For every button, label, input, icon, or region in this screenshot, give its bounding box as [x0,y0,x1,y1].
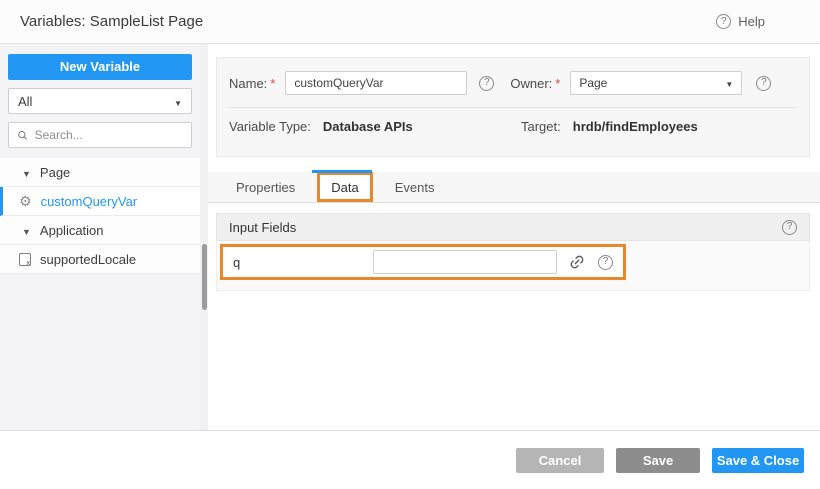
required-marker: * [270,76,275,91]
save-and-close-button[interactable]: Save & Close [712,448,804,473]
name-help-icon[interactable] [479,76,494,91]
owner-select[interactable]: Page [570,71,742,95]
input-fields-header: Input Fields [216,213,810,241]
name-field[interactable] [285,71,467,95]
tree-group-label: Application [40,223,104,238]
input-fields-help-icon[interactable] [782,220,797,235]
input-fields-section: Input Fields q [216,213,810,291]
target-label: Target: [521,119,561,134]
variables-tree: Page customQueryVar Application supporte… [0,158,200,274]
variable-type-label: Variable Type: [229,119,311,134]
sidebar-scrollbar [200,44,208,430]
variable-summary-panel: Name: * Owner: * Page Variable Type: [216,57,810,157]
tab-properties[interactable]: Properties [220,172,311,202]
gear-icon [19,194,32,208]
detail-tabs: Properties Data Events [208,172,820,203]
help-icon [716,14,731,29]
scrollbar-thumb[interactable] [202,244,207,310]
help-button[interactable]: Help [716,14,765,29]
field-help-icon[interactable] [598,255,613,270]
tree-item-supportedlocale[interactable]: supportedLocale [0,245,200,274]
search-input[interactable] [35,128,183,142]
variable-type-value: Database APIs [323,119,413,134]
dialog-header: Variables: SampleList Page Help [0,0,820,44]
input-fields-body: q [216,241,810,291]
variable-detail-panel: Name: * Owner: * Page Variable Type: [208,44,820,430]
variables-dialog: Variables: SampleList Page Help New Vari… [0,0,820,489]
page-title: Variables: SampleList Page [20,13,203,30]
filter-selected-value: All [18,94,32,109]
input-fields-title: Input Fields [229,220,296,235]
tree-group-label: Page [40,165,70,180]
variable-icon [19,253,31,266]
help-label: Help [738,14,765,29]
chevron-down-icon [174,94,182,109]
tab-data[interactable]: Data [317,172,372,202]
chevron-down-icon [22,165,31,180]
tree-item-label: customQueryVar [41,194,138,209]
cancel-button[interactable]: Cancel [516,448,604,473]
owner-label: Owner: [510,76,552,91]
tab-events[interactable]: Events [379,172,451,202]
bind-link-icon[interactable] [569,254,585,270]
search-icon [17,129,29,142]
tree-item-label: supportedLocale [40,252,136,267]
variable-filter-select[interactable]: All [8,88,192,114]
required-marker: * [555,76,560,91]
dialog-footer: Cancel Save Save & Close [0,430,820,489]
tree-group-application[interactable]: Application [0,216,200,245]
owner-help-icon[interactable] [756,76,771,91]
new-variable-button[interactable]: New Variable [8,54,192,80]
q-value-input[interactable] [373,250,557,274]
variables-sidebar: New Variable All Page [0,44,208,430]
owner-selected-value: Page [579,76,607,90]
target-value: hrdb/findEmployees [573,119,698,134]
chevron-down-icon [725,76,733,90]
tree-item-customqueryvar[interactable]: customQueryVar [0,187,200,216]
save-button[interactable]: Save [616,448,700,473]
name-label: Name: [229,76,267,91]
variable-search[interactable] [8,122,192,148]
chevron-down-icon [22,223,31,238]
input-field-row-q: q [220,244,626,280]
tree-group-page[interactable]: Page [0,158,200,187]
field-name-label: q [233,255,373,270]
